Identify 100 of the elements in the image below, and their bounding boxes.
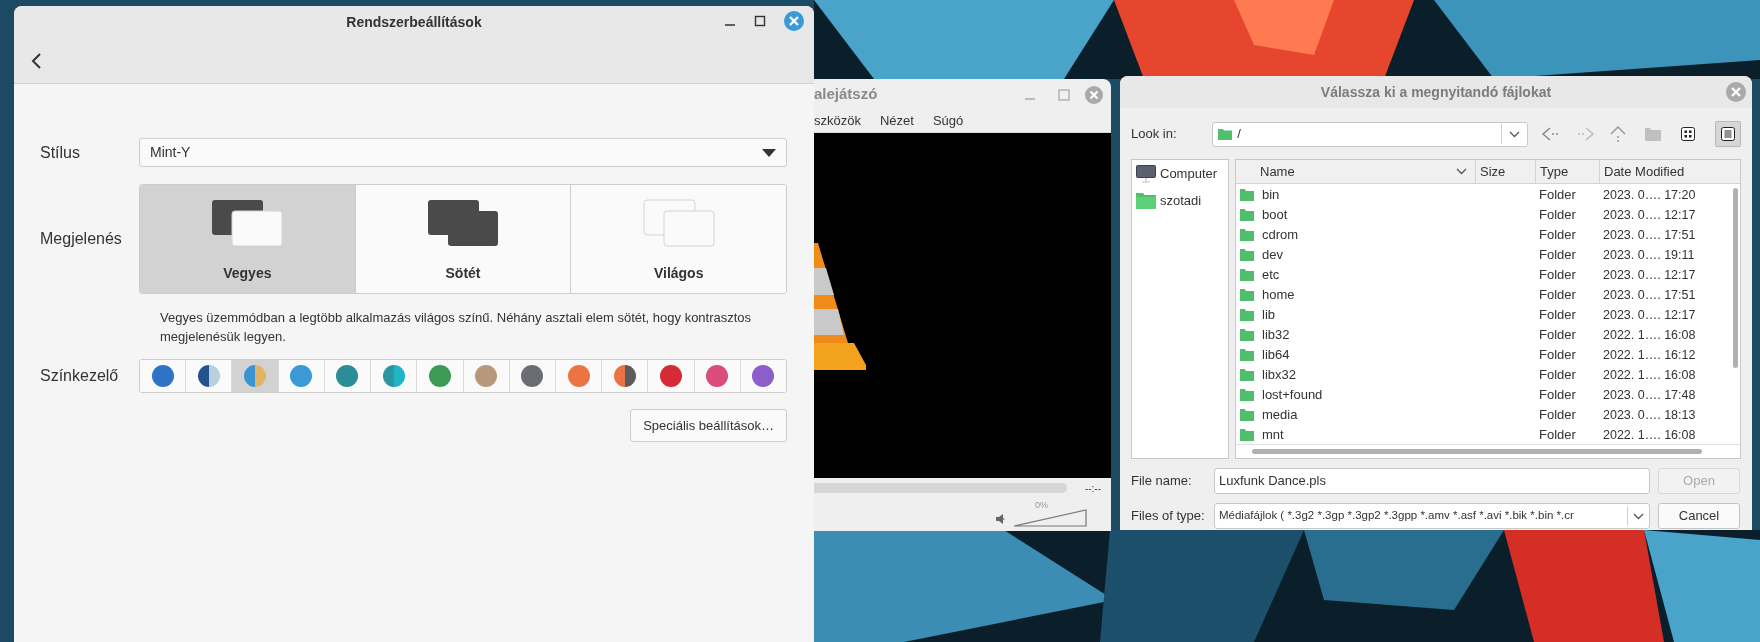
date-cell-text: 2023. 0…. 12:17 bbox=[1602, 266, 1697, 284]
dropdown-arrow-icon bbox=[762, 148, 776, 157]
scrollbar-thumb[interactable] bbox=[1733, 188, 1738, 368]
advanced-settings-button[interactable]: Speciális beállítások… bbox=[630, 409, 787, 442]
folder-icon bbox=[1240, 369, 1254, 381]
date-cell-text: 2023. 0…. 12:17 bbox=[1602, 306, 1697, 324]
setting-label: Megjelenés bbox=[40, 229, 123, 249]
dialog-button[interactable]: Cancel bbox=[1658, 503, 1740, 529]
window-theme-icon bbox=[427, 199, 499, 247]
date-cell-text: 2023. 0…. 17:48 bbox=[1602, 386, 1697, 404]
folder-icon bbox=[1240, 229, 1254, 241]
file-row[interactable]: lib64 Folder 2022. 1…. 16:12 bbox=[1236, 345, 1740, 365]
file-type-cell-text: Folder bbox=[1538, 386, 1577, 405]
file-name-cell-text: etc bbox=[1262, 266, 1280, 285]
speaker-icon[interactable] bbox=[995, 513, 1005, 525]
file-row[interactable]: bin Folder 2023. 0…. 17:20 bbox=[1236, 185, 1740, 205]
file-name-cell-text: lost+found bbox=[1262, 386, 1323, 405]
date-cell-text: 2023. 0…. 18:13 bbox=[1602, 406, 1697, 424]
file-type-cell-text: Folder bbox=[1538, 186, 1577, 205]
folder-icon bbox=[1240, 389, 1254, 401]
close-icon[interactable] bbox=[1085, 85, 1103, 104]
file-row[interactable]: media Folder 2023. 0…. 18:13 bbox=[1236, 405, 1740, 425]
file-name-cell-text: cdrom bbox=[1262, 226, 1299, 245]
file-type-cell-text: Folder bbox=[1538, 426, 1577, 444]
appearance-option[interactable]: Világos bbox=[570, 185, 786, 293]
file-name-field[interactable]: Luxfunk Dance.pls bbox=[1214, 468, 1650, 494]
file-type-cell-text: Folder bbox=[1538, 366, 1577, 385]
volume-reading: 0% bbox=[1035, 499, 1048, 512]
field-label: File name: bbox=[1131, 472, 1193, 491]
file-row[interactable]: libx32 Folder 2022. 1…. 16:08 bbox=[1236, 365, 1740, 385]
column-header[interactable]: Size bbox=[1475, 160, 1535, 183]
column-header[interactable]: Name bbox=[1236, 160, 1475, 183]
close-icon[interactable] bbox=[784, 11, 804, 31]
folder-icon bbox=[1240, 249, 1254, 261]
back-icon[interactable] bbox=[30, 51, 44, 70]
window-title: Válassza ki a megnyitandó fájlokat bbox=[1320, 82, 1552, 102]
file-row[interactable]: lib32 Folder 2022. 1…. 16:08 bbox=[1236, 325, 1740, 345]
places-item[interactable]: szotadi bbox=[1136, 190, 1228, 210]
file-name-cell-text: lib bbox=[1262, 306, 1275, 325]
folder-icon bbox=[1136, 191, 1156, 209]
appearance-option[interactable]: Vegyes bbox=[140, 185, 355, 293]
maximize-icon[interactable] bbox=[754, 15, 766, 27]
window-theme-icon bbox=[211, 199, 284, 247]
file-name-cell-text: home bbox=[1262, 286, 1295, 305]
date-cell-text: 2022. 1…. 16:12 bbox=[1602, 346, 1697, 364]
file-type-cell-text: Folder bbox=[1538, 326, 1577, 345]
setting-label: Színkezelő bbox=[40, 366, 120, 386]
file-row[interactable]: lost+found Folder 2023. 0…. 17:48 bbox=[1236, 385, 1740, 405]
file-type-cell-text: Folder bbox=[1538, 286, 1577, 305]
scrollbar-thumb[interactable] bbox=[1252, 449, 1702, 454]
file-name-cell-text: mnt bbox=[1262, 426, 1284, 444]
window-title: alejátszó bbox=[814, 84, 878, 105]
view-mode-button[interactable] bbox=[1715, 121, 1741, 147]
close-icon[interactable] bbox=[1726, 82, 1746, 102]
setting-label: Stílus bbox=[40, 142, 81, 163]
window-title: Rendszerbeállítások bbox=[346, 12, 482, 32]
file-row[interactable]: dev Folder 2023. 0…. 19:11 bbox=[1236, 245, 1740, 265]
date-cell-text: 2023. 0…. 19:11 bbox=[1602, 246, 1696, 264]
monitor-icon bbox=[1136, 164, 1156, 183]
folder-icon bbox=[1240, 189, 1254, 201]
sort-indicator-icon bbox=[1456, 168, 1467, 175]
date-cell-text: 2022. 1…. 16:08 bbox=[1602, 326, 1697, 344]
folder-icon bbox=[1240, 329, 1254, 341]
file-row[interactable]: lib Folder 2023. 0…. 12:17 bbox=[1236, 305, 1740, 325]
look-in-dropdown[interactable]: / bbox=[1212, 121, 1528, 147]
accent-color-option[interactable] bbox=[231, 360, 278, 392]
file-name-cell-text: media bbox=[1262, 406, 1298, 425]
menu-item[interactable]: Súgó bbox=[932, 111, 964, 131]
file-name-cell-text: lib32 bbox=[1262, 326, 1290, 345]
menu-item[interactable]: Nézet bbox=[879, 111, 914, 131]
column-header[interactable]: Type bbox=[1535, 160, 1599, 183]
style-dropdown[interactable]: Mint-Y bbox=[139, 138, 787, 167]
file-row[interactable]: cdrom Folder 2023. 0…. 17:51 bbox=[1236, 225, 1740, 245]
up-icon[interactable] bbox=[1609, 125, 1627, 143]
file-type-cell-text: Folder bbox=[1538, 226, 1577, 245]
file-row[interactable]: mnt Folder 2022. 1…. 16:08 bbox=[1236, 425, 1740, 444]
file-name-cell-text: bin bbox=[1262, 186, 1280, 205]
file-row[interactable]: etc Folder 2023. 0…. 12:17 bbox=[1236, 265, 1740, 285]
chevron-down-icon bbox=[1509, 130, 1520, 138]
folder-icon bbox=[1240, 269, 1254, 281]
time-label: --:-- bbox=[1084, 481, 1101, 496]
file-row[interactable]: home Folder 2023. 0…. 17:51 bbox=[1236, 285, 1740, 305]
column-header[interactable]: Date Modified bbox=[1599, 160, 1709, 183]
forward-icon[interactable] bbox=[1575, 126, 1595, 142]
folder-icon bbox=[1240, 429, 1254, 441]
folder-icon bbox=[1240, 409, 1254, 421]
menu-item[interactable]: szközök bbox=[814, 111, 861, 131]
file-type-dropdown[interactable]: Médiafájlok ( *.3g2 *.3gp *.3gp2 *.3gpp *.amv *.asf *.avi *.bik *.bin *.cr bbox=[1214, 503, 1650, 529]
file-name-cell-text: dev bbox=[1262, 246, 1283, 265]
accent-color-option[interactable] bbox=[739, 360, 786, 392]
list-view-icon bbox=[1721, 127, 1735, 141]
file-type-cell-text: Folder bbox=[1538, 266, 1577, 285]
file-row[interactable]: boot Folder 2023. 0…. 12:17 bbox=[1236, 205, 1740, 225]
folder-icon bbox=[1218, 128, 1233, 140]
file-name-cell-text: lib64 bbox=[1262, 346, 1290, 365]
date-cell-text: 2022. 1…. 16:08 bbox=[1602, 426, 1697, 444]
places-item[interactable]: Computer bbox=[1136, 164, 1228, 184]
date-cell-text: 2023. 0…. 17:51 bbox=[1602, 286, 1697, 304]
field-label: Look in: bbox=[1131, 125, 1178, 144]
file-name-cell-text: boot bbox=[1262, 206, 1288, 225]
